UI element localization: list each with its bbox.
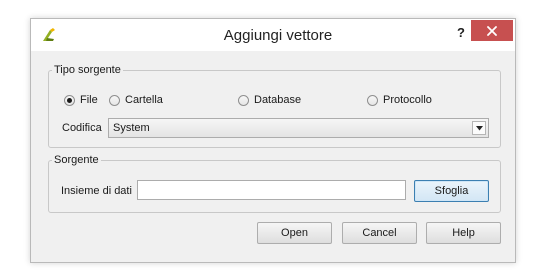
cancel-button[interactable]: Cancel [342, 222, 417, 244]
encoding-select[interactable]: System [108, 118, 489, 138]
add-vector-dialog: Aggiungi vettore ? Tipo sorgente File Ca… [30, 18, 516, 263]
radio-file-label: File [80, 94, 98, 106]
close-button[interactable] [471, 20, 513, 41]
radio-folder-label: Cartella [125, 94, 163, 106]
radio-folder-button[interactable] [109, 94, 120, 106]
radio-protocol-button[interactable] [367, 94, 378, 106]
dataset-label: Insieme di dati [61, 185, 132, 197]
window-title: Aggiungi vettore [223, 27, 333, 44]
open-button[interactable]: Open [257, 222, 332, 244]
encoding-label: Codifica [62, 122, 102, 134]
radio-protocol-label: Protocollo [383, 94, 432, 106]
close-icon [487, 26, 497, 36]
dropdown-arrow-button[interactable] [472, 121, 486, 135]
radio-file-button[interactable] [64, 94, 75, 106]
radio-file[interactable]: File [64, 93, 98, 107]
help-button[interactable]: Help [426, 222, 501, 244]
radio-database[interactable]: Database [238, 93, 301, 107]
context-help-button[interactable]: ? [450, 24, 472, 42]
radio-folder[interactable]: Cartella [109, 93, 163, 107]
dataset-input[interactable] [137, 180, 406, 200]
title-bar: Aggiungi vettore ? [31, 19, 515, 51]
radio-protocol[interactable]: Protocollo [367, 93, 432, 107]
source-type-group: Tipo sorgente File Cartella Database Pro… [48, 63, 501, 148]
browse-button[interactable]: Sfoglia [414, 180, 489, 202]
chevron-down-icon [476, 126, 483, 131]
radio-database-button[interactable] [238, 94, 249, 106]
source-group: Sorgente Insieme di dati Sfoglia [48, 153, 501, 213]
screen: Aggiungi vettore ? Tipo sorgente File Ca… [0, 0, 535, 276]
radio-database-label: Database [254, 94, 302, 106]
source-type-legend: Tipo sorgente [52, 63, 123, 77]
source-legend: Sorgente [52, 153, 101, 167]
encoding-select-value: System [113, 122, 150, 134]
